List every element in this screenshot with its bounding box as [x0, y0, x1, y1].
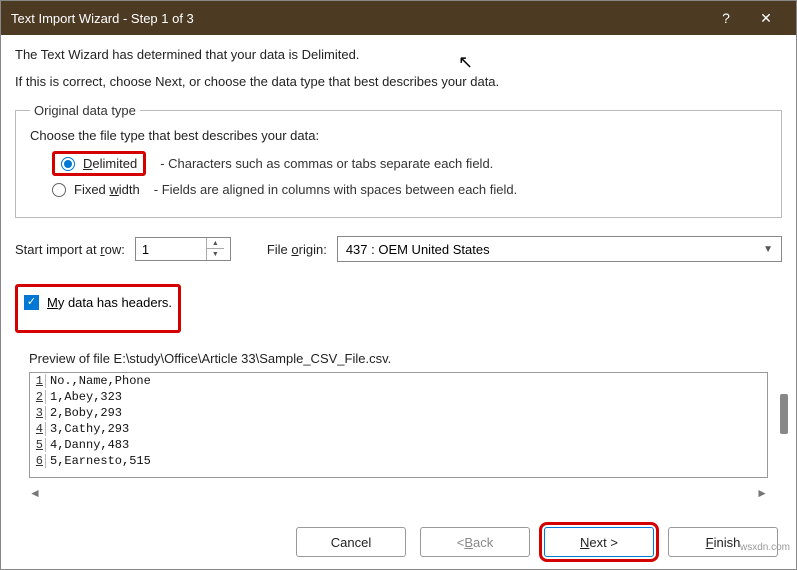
preview-row: 65,Earnesto,515	[30, 453, 767, 469]
my-data-has-headers-checkbox[interactable]: ✓	[24, 295, 39, 310]
start-row-input[interactable]	[136, 240, 206, 259]
close-button[interactable]: ✕	[746, 1, 786, 35]
preview-scrollbar-vertical[interactable]	[780, 394, 788, 434]
file-origin-label: File origin:	[267, 242, 327, 257]
scroll-right-icon[interactable]: ►	[756, 486, 768, 500]
next-button[interactable]: Next >	[544, 527, 654, 557]
start-row-spinner[interactable]: ▲ ▼	[135, 237, 231, 261]
scroll-left-icon[interactable]: ◄	[29, 486, 41, 500]
preview-body: 1No.,Name,Phone 21,Abey,323 32,Boby,293 …	[30, 373, 767, 469]
group-legend: Original data type	[30, 103, 140, 118]
radio-fixed-width-desc: - Fields are aligned in columns with spa…	[154, 182, 517, 197]
radio-fixed-row: Fixed width - Fields are aligned in colu…	[52, 182, 767, 197]
preview-row: 1No.,Name,Phone	[30, 373, 767, 389]
cancel-button[interactable]: Cancel	[296, 527, 406, 557]
radio-fixed-width[interactable]	[52, 183, 66, 197]
preview-scrollbar-horizontal[interactable]: ◄ ►	[29, 484, 768, 502]
titlebar: Text Import Wizard - Step 1 of 3 ? ✕	[1, 1, 796, 35]
file-origin-select[interactable]: 437 : OEM United States ▼	[337, 236, 782, 262]
preview-row: 21,Abey,323	[30, 389, 767, 405]
intro-line-2: If this is correct, choose Next, or choo…	[15, 74, 782, 89]
choose-file-type-label: Choose the file type that best describes…	[30, 128, 767, 143]
dialog-content: The Text Wizard has determined that your…	[1, 35, 796, 514]
spinner-up-icon[interactable]: ▲	[207, 238, 224, 249]
radio-delimited-row: Delimited - Characters such as commas or…	[52, 151, 767, 176]
radio-delimited-desc: - Characters such as commas or tabs sepa…	[160, 156, 493, 171]
window-title: Text Import Wizard - Step 1 of 3	[11, 11, 706, 26]
original-data-type-group: Original data type Choose the file type …	[15, 103, 782, 218]
spinner-down-icon[interactable]: ▼	[207, 249, 224, 260]
highlight-delimited: Delimited	[52, 151, 146, 176]
help-button[interactable]: ?	[706, 1, 746, 35]
preview-label: Preview of file E:\study\Office\Article …	[29, 351, 782, 366]
my-data-has-headers-label[interactable]: My data has headers.	[47, 295, 172, 310]
highlight-headers: ✓ My data has headers.	[15, 284, 181, 333]
chevron-down-icon: ▼	[763, 244, 773, 255]
start-import-label: Start import at row:	[15, 242, 125, 257]
radio-delimited-label[interactable]: Delimited	[83, 156, 137, 171]
dialog-buttons: Cancel < Back Next > Finish	[19, 527, 778, 557]
intro-line-1: The Text Wizard has determined that your…	[15, 47, 782, 62]
check-icon: ✓	[27, 297, 36, 308]
preview-row: 54,Danny,483	[30, 437, 767, 453]
start-import-row: Start import at row: ▲ ▼ File origin: 43…	[15, 236, 782, 262]
radio-fixed-width-label[interactable]: Fixed width	[74, 182, 140, 197]
radio-delimited[interactable]	[61, 157, 75, 171]
preview-row: 43,Cathy,293	[30, 421, 767, 437]
file-origin-value: 437 : OEM United States	[346, 242, 763, 257]
watermark: wsxdn.com	[740, 542, 790, 553]
back-button: < Back	[420, 527, 530, 557]
preview-row: 32,Boby,293	[30, 405, 767, 421]
preview-box: 1No.,Name,Phone 21,Abey,323 32,Boby,293 …	[29, 372, 768, 478]
